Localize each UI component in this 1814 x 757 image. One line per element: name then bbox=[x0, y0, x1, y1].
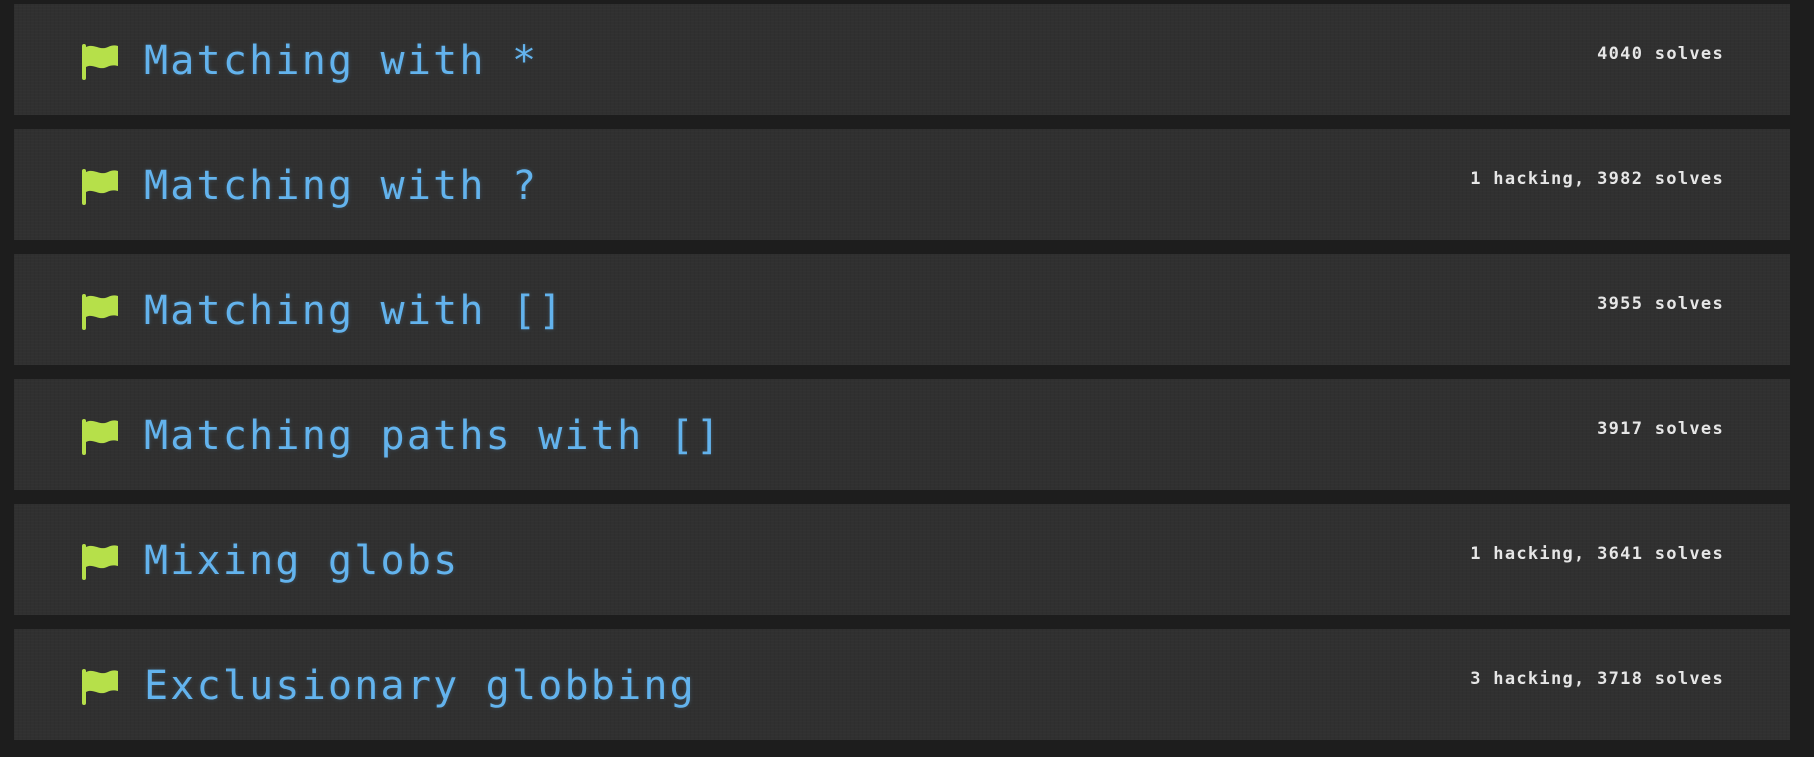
challenge-item[interactable]: Matching with * 4040 solves bbox=[14, 4, 1790, 115]
challenge-item[interactable]: Mixing globs 1 hacking, 3641 solves bbox=[14, 504, 1790, 615]
challenge-stats: 1 hacking, 3982 solves bbox=[1470, 169, 1724, 189]
challenge-title: Matching with ? bbox=[144, 163, 539, 209]
challenge-item[interactable]: Matching with [] 3955 solves bbox=[14, 254, 1790, 365]
challenge-title: Matching with [] bbox=[144, 288, 565, 334]
flag-icon bbox=[82, 419, 118, 455]
challenge-title: Mixing globs bbox=[144, 538, 460, 584]
flag-icon bbox=[82, 544, 118, 580]
challenge-item[interactable]: Exclusionary globbing 3 hacking, 3718 so… bbox=[14, 629, 1790, 740]
challenge-title: Matching with * bbox=[144, 38, 539, 84]
challenge-item[interactable]: Matching paths with [] 3917 solves bbox=[14, 379, 1790, 490]
challenge-stats: 3955 solves bbox=[1597, 294, 1724, 314]
flag-icon bbox=[82, 169, 118, 205]
challenge-stats: 4040 solves bbox=[1597, 44, 1724, 64]
flag-icon bbox=[82, 294, 118, 330]
flag-icon bbox=[82, 669, 118, 705]
flag-icon bbox=[82, 44, 118, 80]
challenge-stats: 3917 solves bbox=[1597, 419, 1724, 439]
challenge-list: Matching with * 4040 solves Matching wit… bbox=[14, 4, 1790, 754]
challenge-title: Matching paths with [] bbox=[144, 413, 723, 459]
challenge-title: Exclusionary globbing bbox=[144, 663, 696, 709]
challenge-stats: 3 hacking, 3718 solves bbox=[1470, 669, 1724, 689]
challenge-item[interactable]: Matching with ? 1 hacking, 3982 solves bbox=[14, 129, 1790, 240]
challenge-stats: 1 hacking, 3641 solves bbox=[1470, 544, 1724, 564]
